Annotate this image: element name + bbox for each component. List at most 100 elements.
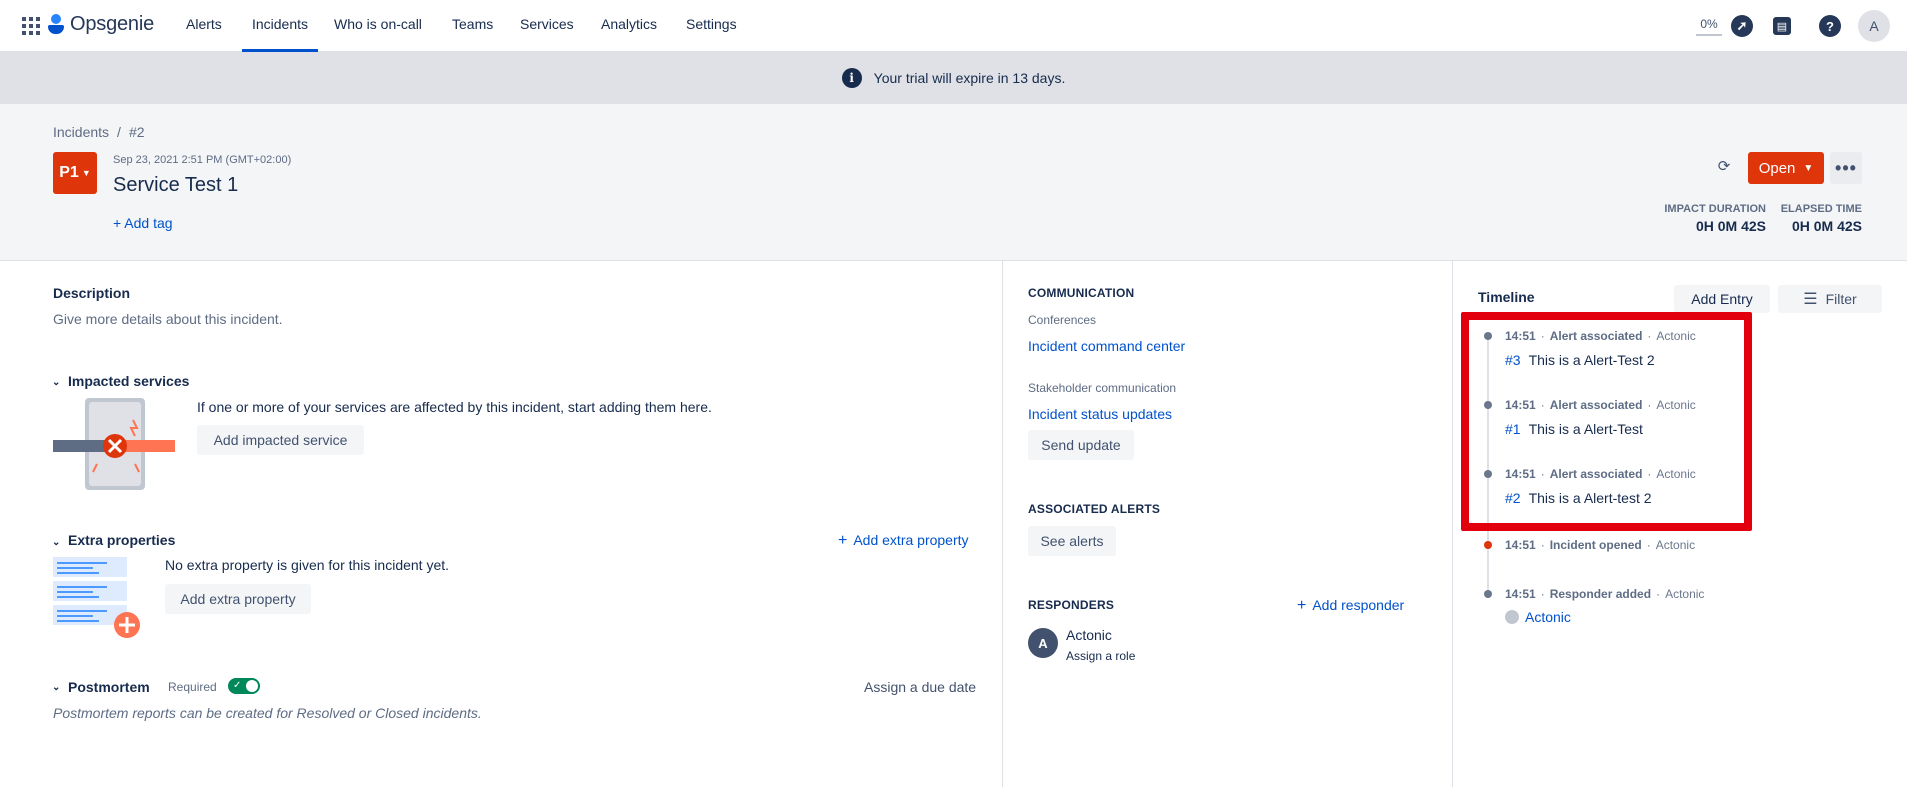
incident-status-updates-link[interactable]: Incident status updates	[1028, 406, 1172, 422]
responder-name: Actonic	[1066, 627, 1112, 643]
plus-icon: +	[838, 532, 848, 549]
add-impacted-service-button[interactable]: Add impacted service	[197, 425, 364, 455]
nav-alerts[interactable]: Alerts	[186, 0, 222, 52]
timeline-actor: Actonic	[1655, 538, 1696, 552]
timeline-entry-meta: 14:51 · Incident opened · Actonic	[1505, 538, 1696, 552]
help-button[interactable]: ?	[1818, 10, 1842, 42]
column-divider	[1002, 261, 1003, 787]
postmortem-note: Postmortem reports can be created for Re…	[53, 705, 482, 721]
extra-properties-illustration	[53, 557, 140, 638]
incident-title[interactable]: Service Test 1	[113, 174, 238, 197]
add-extra-property-link[interactable]: + Add extra property	[838, 532, 969, 550]
trial-banner-text: Your trial will expire in 13 days.	[873, 70, 1066, 86]
extra-properties-text: No extra property is given for this inci…	[165, 557, 450, 573]
elapsed-time-value: 0H 0M 42S	[1791, 218, 1862, 234]
incident-command-center-link[interactable]: Incident command center	[1028, 338, 1185, 354]
help-icon: ?	[1819, 15, 1841, 37]
chevron-down-icon: ▼	[81, 168, 91, 178]
impacted-services-title[interactable]: Impacted services	[68, 373, 189, 389]
elapsed-time-label: ELAPSED TIME	[1780, 203, 1862, 215]
nav-who-is-on-call[interactable]: Who is on-call	[334, 0, 422, 52]
info-icon: i	[841, 68, 862, 88]
see-alerts-button[interactable]: See alerts	[1028, 526, 1116, 556]
filter-icon: ☰	[1803, 291, 1818, 308]
timeline-time: 14:51	[1505, 538, 1536, 552]
priority-label: P1	[59, 164, 79, 181]
plus-icon: +	[1297, 597, 1307, 614]
compass-icon: ➚	[1731, 15, 1753, 37]
chevron-down-icon: ▼	[1803, 162, 1814, 174]
nav-settings[interactable]: Settings	[686, 0, 737, 52]
timeline-responder-entry[interactable]: Actonic	[1505, 609, 1571, 625]
user-icon	[1505, 610, 1519, 624]
app-switcher-icon[interactable]	[20, 15, 40, 35]
status-label: Open	[1758, 159, 1796, 177]
refresh-button[interactable]: ⟳	[1712, 154, 1736, 178]
add-extra-property-button[interactable]: Add extra property	[165, 584, 311, 614]
communication-title: COMMUNICATION	[1028, 286, 1135, 300]
associated-alerts-title: ASSOCIATED ALERTS	[1028, 502, 1161, 516]
priority-dropdown[interactable]: P1 ▼	[53, 152, 97, 194]
impact-duration-label: IMPACT DURATION	[1664, 203, 1766, 215]
opsgenie-logo[interactable]: Opsgenie	[48, 13, 154, 36]
impacted-services-text: If one or more of your services are affe…	[197, 399, 712, 415]
responders-title: RESPONDERS	[1028, 598, 1115, 612]
timeline-dot	[1484, 590, 1492, 598]
send-update-button[interactable]: Send update	[1028, 430, 1134, 460]
filter-button[interactable]: ☰ Filter	[1778, 285, 1882, 313]
collapse-extra-icon[interactable]: ⌄	[52, 537, 60, 548]
refresh-icon: ⟳	[1717, 158, 1731, 175]
assign-due-date-button[interactable]: Assign a due date	[864, 679, 976, 695]
releases-button[interactable]: ▤	[1771, 10, 1793, 42]
status-dropdown[interactable]: Open ▼	[1748, 152, 1824, 184]
responder-link[interactable]: Actonic	[1525, 609, 1571, 625]
description-placeholder[interactable]: Give more details about this incident.	[53, 311, 283, 327]
more-actions-button[interactable]: •••	[1830, 152, 1862, 184]
compass-button[interactable]: ➚	[1731, 10, 1753, 42]
add-extra-property-link-label: Add extra property	[853, 532, 969, 548]
extra-properties-title[interactable]: Extra properties	[68, 532, 175, 548]
check-icon: ✓	[233, 680, 242, 691]
timeline-entry-meta: 14:51 · Responder added · Actonic	[1505, 587, 1705, 601]
impact-duration-value: 0H 0M 42S	[1695, 218, 1766, 234]
timeline-event: Incident opened	[1549, 538, 1642, 552]
postmortem-required-label: Required	[168, 680, 217, 694]
conferences-label: Conferences	[1028, 313, 1097, 327]
filter-label: Filter	[1825, 291, 1857, 307]
nav-teams[interactable]: Teams	[452, 0, 493, 52]
incident-date: Sep 23, 2021 2:51 PM (GMT+02:00)	[113, 154, 292, 166]
more-icon: •••	[1835, 157, 1857, 178]
app-name: Opsgenie	[70, 13, 155, 35]
impacted-services-illustration	[53, 398, 175, 490]
add-entry-button[interactable]: Add Entry	[1674, 285, 1770, 313]
nav-incidents[interactable]: Incidents	[242, 0, 318, 52]
timeline-title: Timeline	[1478, 289, 1535, 305]
nav-analytics[interactable]: Analytics	[601, 0, 657, 52]
stakeholder-communication-label: Stakeholder communication	[1028, 381, 1177, 395]
postmortem-required-toggle[interactable]: ✓	[228, 678, 260, 694]
add-responder-label: Add responder	[1312, 597, 1405, 613]
progress-indicator[interactable]: 0%	[1696, 14, 1722, 36]
megaphone-icon: ▤	[1773, 17, 1791, 35]
breadcrumb-current[interactable]: #2	[129, 124, 145, 140]
timeline-dot-opened	[1484, 541, 1492, 549]
highlight-box	[1461, 312, 1752, 531]
timeline-time: 14:51	[1505, 587, 1536, 601]
breadcrumb-incidents[interactable]: Incidents	[53, 124, 109, 140]
assign-role-button[interactable]: Assign a role	[1066, 649, 1135, 663]
breadcrumb: Incidents / #2	[53, 124, 145, 140]
incident-header: Incidents / #2 P1 ▼ Sep 23, 2021 2:51 PM (G…	[0, 104, 1907, 261]
responder-avatar: A	[1028, 628, 1058, 658]
nav-services[interactable]: Services	[520, 0, 574, 52]
add-responder-link[interactable]: + Add responder	[1297, 597, 1404, 615]
collapse-impacted-icon[interactable]: ⌄	[52, 377, 60, 388]
column-divider	[1452, 261, 1453, 787]
collapse-postmortem-icon[interactable]: ⌄	[52, 682, 60, 693]
top-navigation: Opsgenie Alerts Incidents Who is on-call…	[0, 0, 1907, 52]
timeline-event: Responder added	[1549, 587, 1652, 601]
postmortem-title[interactable]: Postmortem	[68, 679, 150, 695]
opsgenie-logo-icon	[48, 13, 64, 36]
user-avatar[interactable]: A	[1858, 10, 1890, 42]
trial-banner: i Your trial will expire in 13 days.	[0, 52, 1907, 104]
add-tag-link[interactable]: + Add tag	[113, 215, 173, 231]
